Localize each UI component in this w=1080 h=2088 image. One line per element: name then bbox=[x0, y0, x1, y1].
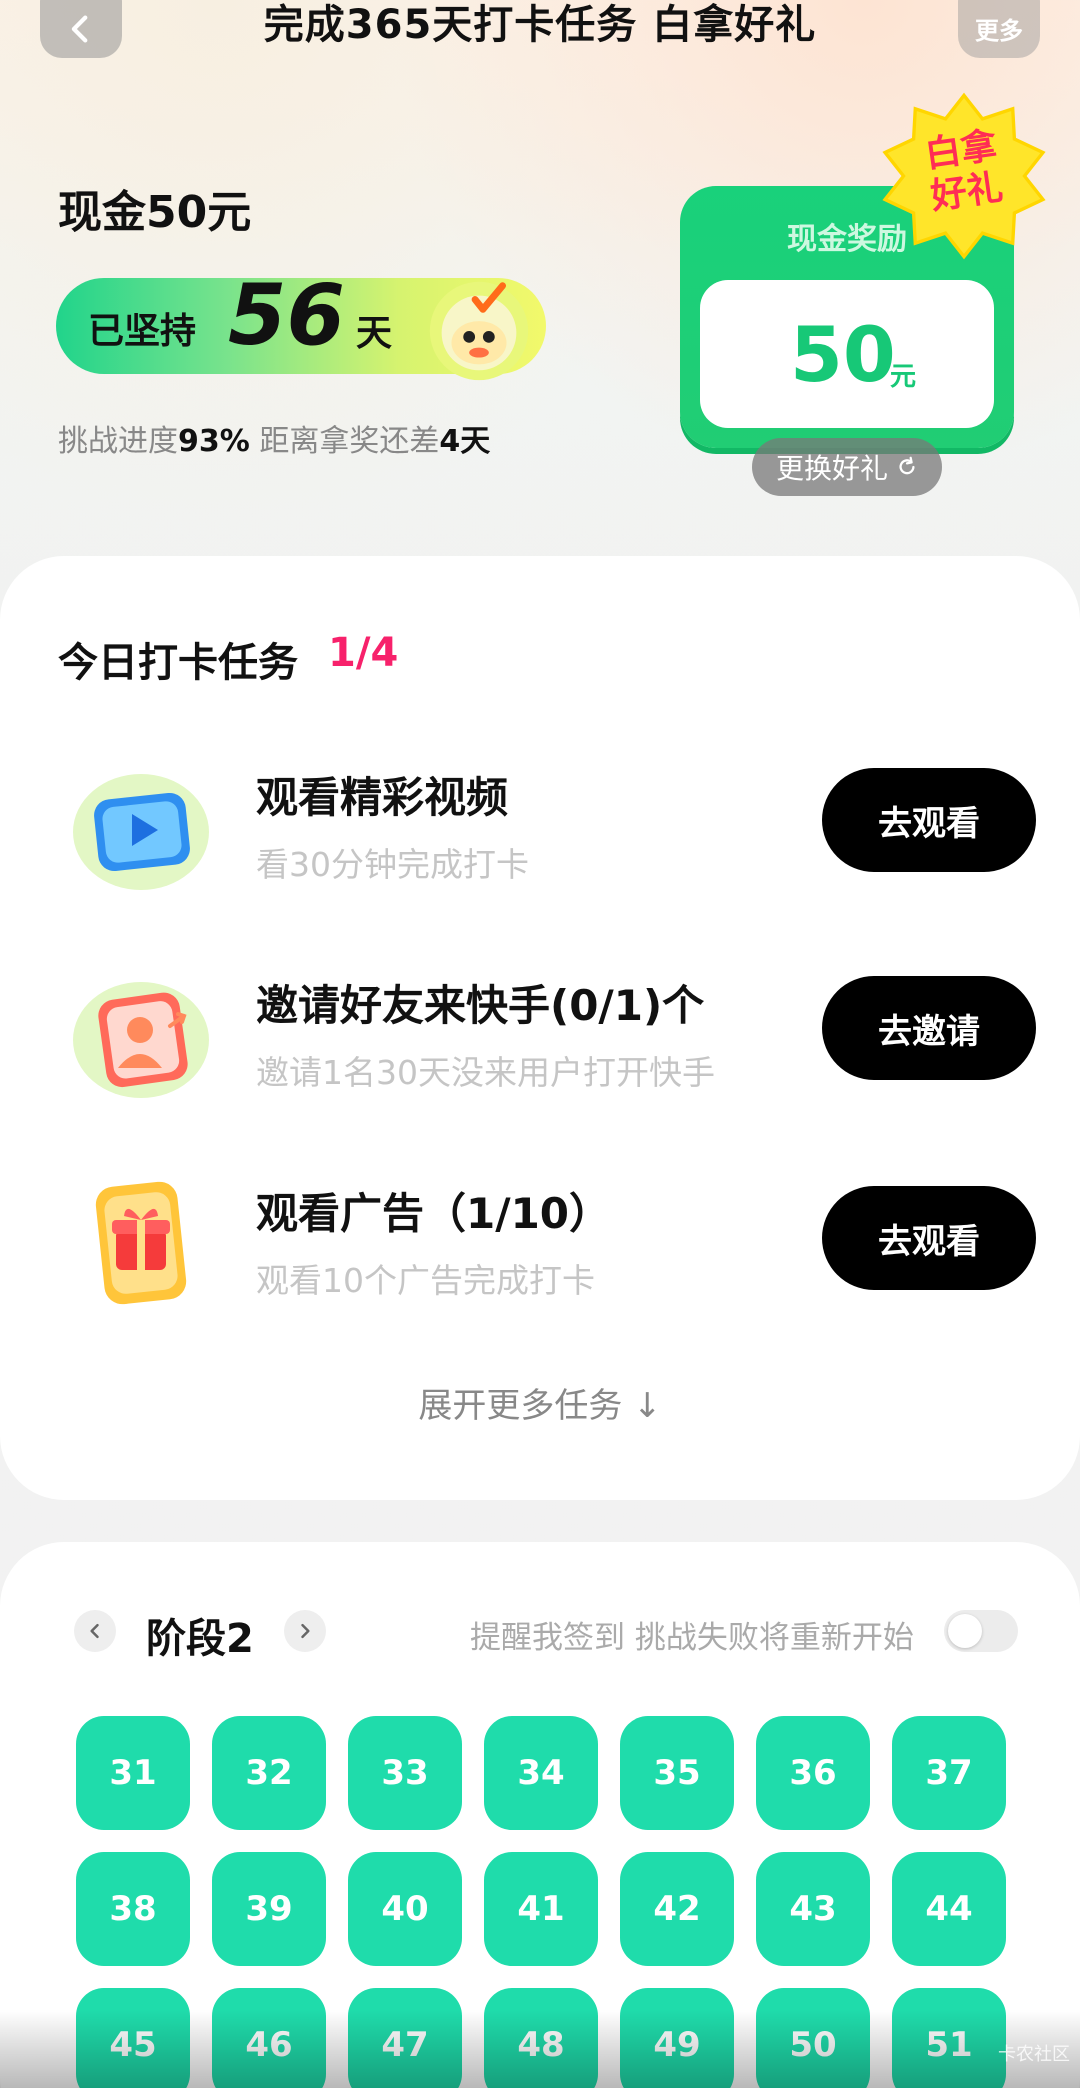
day-cell[interactable]: 33 bbox=[348, 1716, 462, 1830]
task-title: 观看广告（1/10） bbox=[256, 1189, 612, 1238]
reward-unit: 元 bbox=[890, 362, 917, 392]
expand-more-tasks[interactable]: 展开更多任务 ↓ bbox=[0, 1378, 1080, 1427]
day-cell[interactable]: 40 bbox=[348, 1852, 462, 1966]
day-cell[interactable]: 38 bbox=[76, 1852, 190, 1966]
mascot-icon bbox=[429, 281, 529, 381]
chevron-left-icon bbox=[90, 1623, 99, 1639]
remaining-label: 距离拿奖还差 bbox=[249, 424, 440, 459]
stage-next-button[interactable] bbox=[284, 1610, 326, 1652]
progress-label: 挑战进度 bbox=[58, 424, 178, 459]
reward-amount: 50 bbox=[790, 310, 896, 399]
tasks-count: 1/4 bbox=[328, 630, 399, 676]
invite-user-icon bbox=[73, 982, 209, 1098]
task-subtitle: 观看10个广告完成打卡 bbox=[256, 1261, 595, 1300]
remind-text: 提醒我签到 挑战失败将重新开始 bbox=[470, 1620, 914, 1656]
page-title: 完成365天打卡任务 白拿好礼 bbox=[263, 2, 817, 48]
persist-prefix: 已坚持 bbox=[88, 311, 197, 352]
day-cell[interactable]: 34 bbox=[484, 1716, 598, 1830]
toggle-knob bbox=[948, 1614, 982, 1648]
reward-heading: 现金50元 bbox=[58, 187, 252, 238]
day-cell[interactable]: 43 bbox=[756, 1852, 870, 1966]
video-play-icon bbox=[73, 774, 209, 890]
refresh-icon bbox=[899, 456, 915, 475]
persist-days: 56 bbox=[228, 266, 345, 364]
bottom-fade bbox=[0, 2010, 1080, 2088]
day-cell[interactable]: 35 bbox=[620, 1716, 734, 1830]
gift-ad-icon bbox=[95, 1181, 187, 1305]
remaining-value: 4天 bbox=[439, 424, 491, 459]
watch-video-button[interactable]: 去观看 bbox=[822, 768, 1036, 872]
progress-value: 93% bbox=[178, 424, 250, 459]
task-title: 邀请好友来快手(0/1)个 bbox=[256, 981, 705, 1030]
day-cell[interactable]: 36 bbox=[756, 1716, 870, 1830]
day-cell[interactable]: 39 bbox=[212, 1852, 326, 1966]
badge-text: 白拿 好礼 bbox=[907, 123, 1022, 221]
persist-unit: 天 bbox=[356, 313, 393, 354]
day-cell[interactable]: 32 bbox=[212, 1716, 326, 1830]
day-cell[interactable]: 41 bbox=[484, 1852, 598, 1966]
watermark: 卡农社区 bbox=[998, 2044, 1070, 2065]
change-gift-label: 更换好礼 bbox=[775, 452, 888, 485]
tasks-title: 今日打卡任务 bbox=[58, 640, 298, 686]
task-subtitle: 看30分钟完成打卡 bbox=[256, 845, 529, 884]
chevron-right-icon bbox=[301, 1623, 310, 1639]
task-title: 观看精彩视频 bbox=[256, 773, 509, 822]
more-button[interactable]: 更多 bbox=[958, 0, 1040, 58]
task-subtitle: 邀请1名30天没来用户打开快手 bbox=[256, 1053, 715, 1092]
progress-text: 挑战进度93% 距离拿奖还差4天 bbox=[58, 416, 490, 460]
watch-ad-button[interactable]: 去观看 bbox=[822, 1186, 1036, 1290]
stage-label: 阶段2 bbox=[146, 1616, 254, 1662]
day-cell[interactable]: 42 bbox=[620, 1852, 734, 1966]
day-cell[interactable]: 44 bbox=[892, 1852, 1006, 1966]
day-cell[interactable]: 37 bbox=[892, 1716, 1006, 1830]
change-gift-button[interactable]: 更换好礼 bbox=[752, 438, 942, 496]
day-cell[interactable]: 31 bbox=[76, 1716, 190, 1830]
stage-prev-button[interactable] bbox=[74, 1610, 116, 1652]
invite-friend-button[interactable]: 去邀请 bbox=[822, 976, 1036, 1080]
